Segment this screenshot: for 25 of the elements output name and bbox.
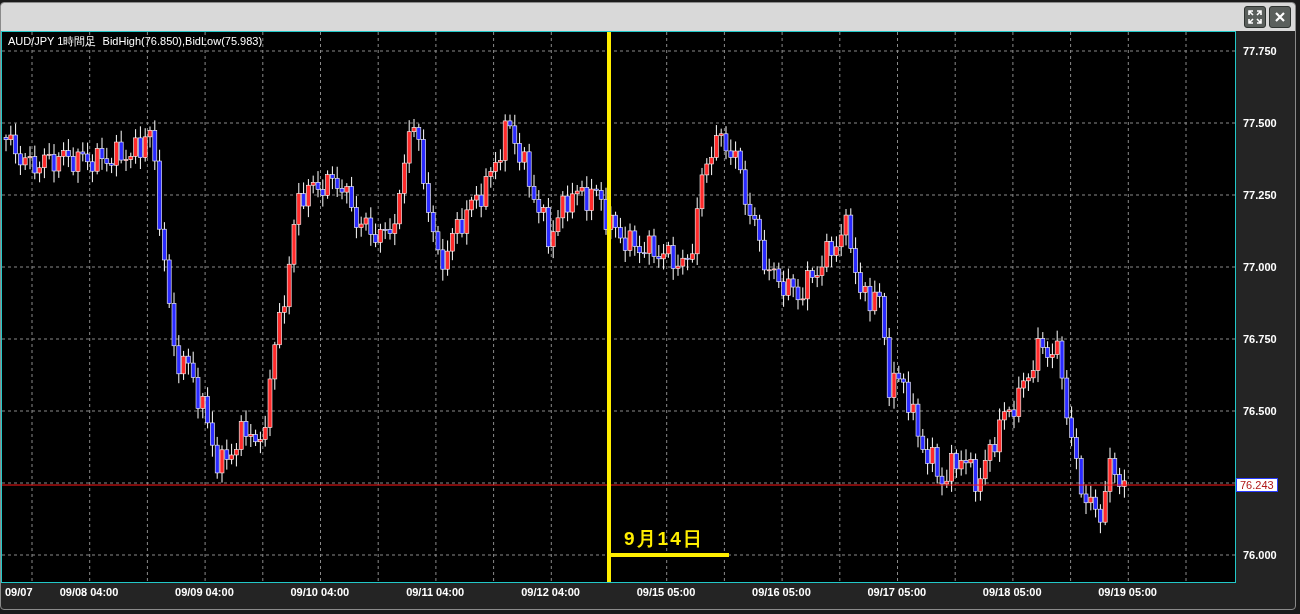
time-label: 09/10 04:00 — [290, 586, 350, 598]
time-label: 09/07 — [5, 586, 33, 598]
time-label: 09/16 05:00 — [752, 586, 811, 598]
expand-icon — [1248, 10, 1262, 24]
time-label: 09/09 04:00 — [175, 586, 234, 598]
maximize-button[interactable] — [1244, 6, 1266, 28]
price-label: 76.000 — [1243, 549, 1277, 561]
date-annotation: 9月14日 — [624, 527, 704, 551]
time-label: 09/11 04:00 — [406, 586, 465, 598]
price-label: 77.250 — [1243, 189, 1277, 201]
price-label: 76.500 — [1243, 405, 1277, 417]
price-label: 77.000 — [1243, 261, 1277, 273]
time-label: 09/19 05:00 — [1098, 586, 1157, 598]
price-label: 77.750 — [1243, 45, 1277, 57]
time-label: 09/12 04:00 — [521, 586, 580, 598]
price-label: 77.500 — [1243, 117, 1277, 129]
current-price-tag: 76.243 — [1236, 478, 1278, 492]
time-label: 09/17 05:00 — [867, 586, 927, 598]
time-label: 09/18 05:00 — [982, 586, 1042, 598]
time-label: 09/08 04:00 — [59, 586, 119, 598]
time-label: 09/15 05:00 — [636, 586, 696, 598]
close-icon — [1274, 11, 1286, 23]
close-button[interactable] — [1269, 6, 1291, 28]
chart-title: AUD/JPY 1時間足 BidHigh(76.850),BidLow(75.983) — [8, 34, 263, 49]
price-label: 76.750 — [1243, 333, 1277, 345]
